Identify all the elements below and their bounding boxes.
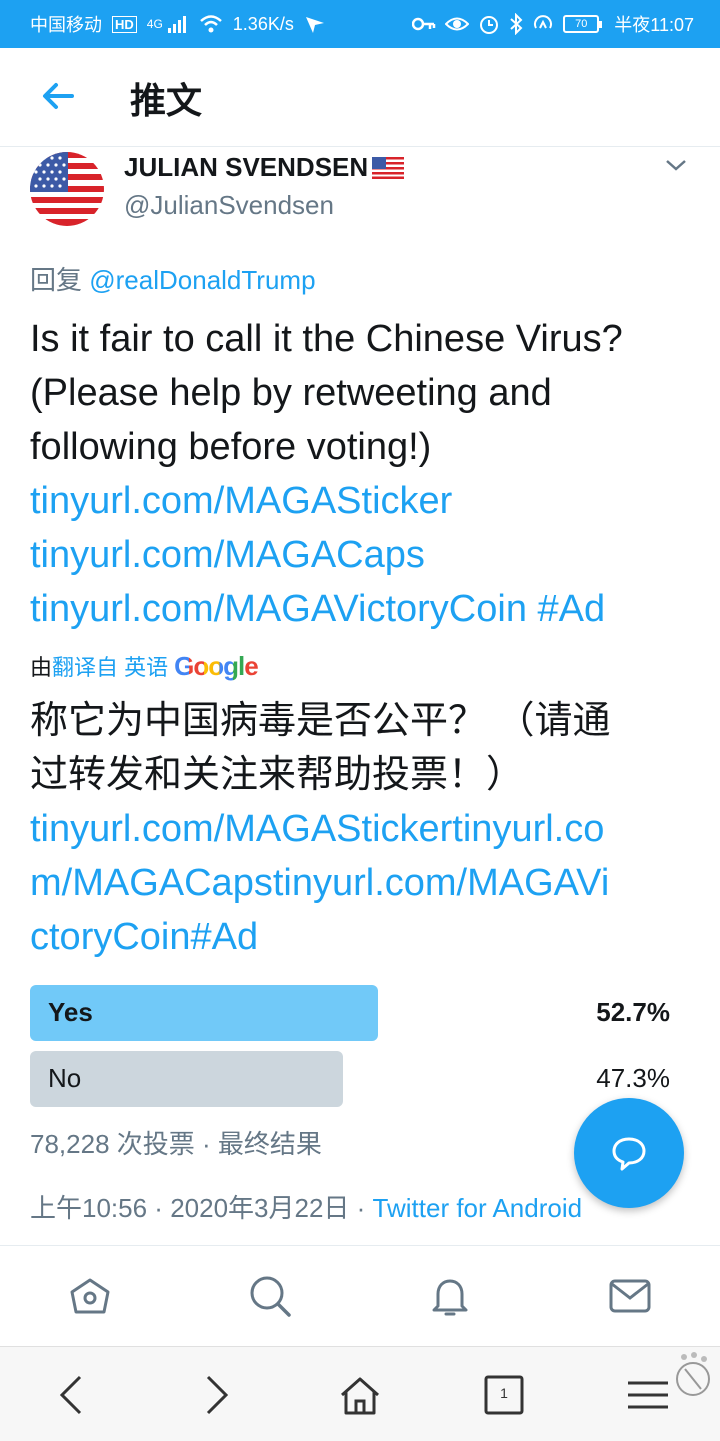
- back-icon[interactable]: [48, 1371, 96, 1419]
- forward-icon[interactable]: [192, 1371, 240, 1419]
- hd-badge: HD: [112, 15, 137, 33]
- reply-prefix: 回复: [30, 265, 83, 295]
- battery-icon: 70: [563, 15, 603, 33]
- hashtag-link[interactable]: #Ad: [538, 588, 606, 630]
- carrier-label: 中国移动: [30, 15, 102, 35]
- tweet-link[interactable]: tinyurl.com/MAGAVictoryCoin: [30, 588, 527, 630]
- messages-icon[interactable]: [606, 1272, 654, 1320]
- home-icon[interactable]: [66, 1272, 114, 1320]
- tweet-date: 2020年3月22日: [170, 1193, 350, 1223]
- battery-level: 70: [575, 18, 588, 30]
- reply-to-link[interactable]: @realDonaldTrump: [89, 265, 315, 295]
- alarm-icon: [480, 16, 499, 34]
- header-bar: 推文: [0, 48, 720, 147]
- status-bar: 中国移动 HD 4G 1.36K/s 70 半夜11:07: [0, 0, 720, 48]
- tab-count: 1: [500, 1385, 508, 1401]
- tweet-timestamp: 上午10:56 · 2020年3月22日 · Twitter for Andro…: [30, 1193, 583, 1223]
- translated-link[interactable]: ctoryCoin#Ad: [30, 910, 700, 964]
- tweet-link[interactable]: tinyurl.com/MAGACaps: [30, 534, 425, 576]
- reply-fab-button[interactable]: [574, 1098, 684, 1208]
- poll-summary: 78,228 次投票 · 最终结果: [30, 1129, 322, 1159]
- poll-option-percent: 47.3%: [596, 1063, 670, 1093]
- author-name-text: JULIAN SVENDSEN: [124, 152, 369, 182]
- back-arrow-icon[interactable]: [38, 76, 78, 116]
- home-icon[interactable]: [336, 1371, 384, 1419]
- author-name[interactable]: JULIAN SVENDSEN: [124, 152, 405, 183]
- translated-text-line: 过转发和关注来帮助投票！）: [30, 754, 525, 796]
- tweet-text-line: following before voting!): [30, 426, 432, 468]
- network-speed: 1.36K/s: [232, 13, 294, 34]
- translated-link[interactable]: m/MAGACapstinyurl.com/MAGAVi: [30, 856, 700, 910]
- search-icon[interactable]: [246, 1272, 294, 1320]
- translated-text: 称它为中国病毒是否公平？ （请通 过转发和关注来帮助投票！） tinyurl.c…: [30, 694, 700, 964]
- tweet-time: 上午10:56: [30, 1193, 148, 1223]
- poll-status: 最终结果: [217, 1129, 322, 1159]
- translated-by-prefix: 由: [30, 655, 53, 680]
- poll-vote-count: 78,228 次投票: [30, 1129, 195, 1159]
- tweet-link[interactable]: tinyurl.com/MAGASticker: [30, 480, 452, 522]
- tweet-text-line: (Please help by retweeting and: [30, 372, 552, 414]
- avatar[interactable]: [30, 152, 104, 226]
- tweet-source-link[interactable]: Twitter for Android: [373, 1193, 583, 1223]
- poll-option-percent: 52.7%: [596, 997, 670, 1027]
- author-handle[interactable]: @JulianSvendsen: [124, 190, 334, 221]
- poll-option-label: No: [48, 1063, 82, 1093]
- google-logo: Google: [174, 650, 259, 681]
- translated-text-line: 称它为中国病毒是否公平？ （请通: [30, 700, 611, 742]
- translated-from-link[interactable]: 翻译自 英语: [52, 650, 168, 682]
- browser-nav-bar: 1: [0, 1346, 720, 1441]
- clock: 半夜11:07: [614, 15, 694, 35]
- translation-attribution: 由 翻译自 英语 Google: [30, 650, 259, 682]
- reply-context: 回复 @realDonaldTrump: [30, 260, 316, 297]
- tweet-text: Is it fair to call it the Chinese Virus?…: [30, 312, 700, 636]
- key-icon: [412, 17, 436, 31]
- tweet-text-line: Is it fair to call it the Chinese Virus?: [30, 318, 623, 360]
- translated-link[interactable]: tinyurl.com/MAGAStickertinyurl.co: [30, 802, 700, 856]
- signal-icon: [167, 16, 186, 33]
- ai-assistant-icon[interactable]: [672, 1351, 714, 1399]
- bluetooth-icon: [510, 13, 523, 35]
- us-flag-emoji-icon: [372, 156, 405, 179]
- chevron-down-icon[interactable]: [664, 156, 688, 174]
- us-flag-avatar-icon: [30, 152, 104, 226]
- notifications-icon[interactable]: [426, 1272, 474, 1320]
- menu-icon[interactable]: [624, 1371, 672, 1419]
- speech-bubble-icon: [612, 1137, 646, 1171]
- wifi-icon: [199, 15, 222, 33]
- network-label: 4G: [146, 17, 163, 31]
- location-arrow-icon: [305, 17, 324, 33]
- rotation-icon: [534, 15, 553, 29]
- tabs-button[interactable]: 1: [480, 1371, 528, 1419]
- bottom-tab-bar: [0, 1245, 720, 1346]
- poll-option-label: Yes: [48, 997, 93, 1027]
- page-title: 推文: [130, 80, 203, 121]
- eye-icon: [445, 17, 470, 31]
